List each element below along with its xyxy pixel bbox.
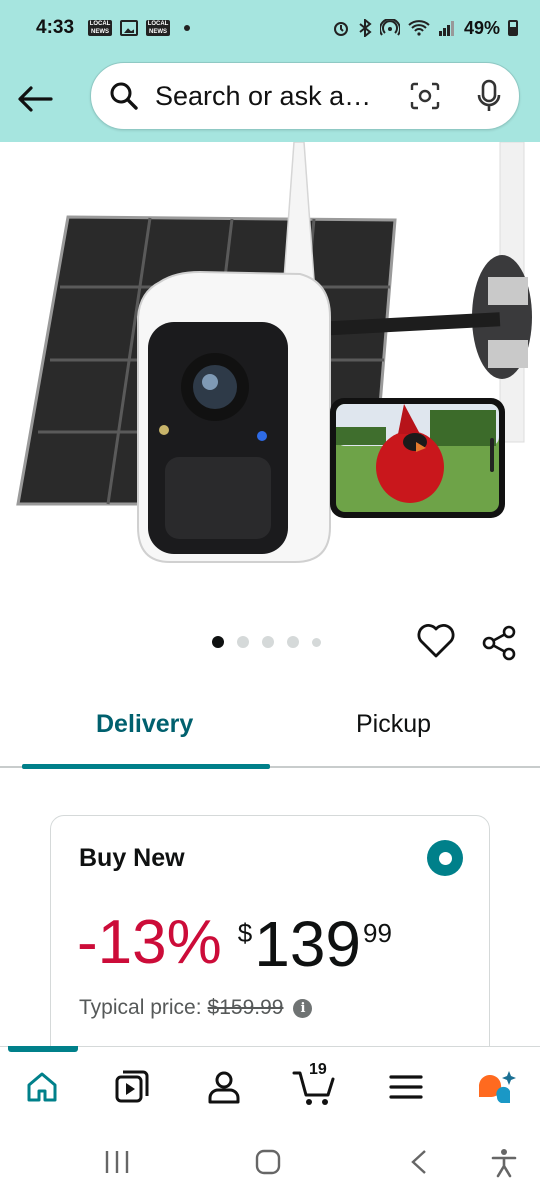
carousel-dot[interactable] xyxy=(312,637,321,647)
fulfillment-tabs: Delivery Pickup xyxy=(0,688,540,769)
heart-icon xyxy=(417,624,455,658)
product-image[interactable] xyxy=(0,142,540,612)
price-row: -13% $ 139 99 xyxy=(77,908,392,980)
share-icon xyxy=(482,625,516,661)
camera-search-icon[interactable] xyxy=(409,81,441,111)
back-arrow-icon xyxy=(18,86,53,112)
video-icon xyxy=(115,1070,149,1103)
microphone-icon[interactable] xyxy=(477,79,501,113)
carousel-dot[interactable] xyxy=(212,636,224,648)
typical-price-value: $159.99 xyxy=(207,996,284,1019)
tab-pickup[interactable]: Pickup xyxy=(356,710,431,739)
alarm-icon xyxy=(333,22,348,36)
price-whole: 139 xyxy=(254,908,361,980)
more-notifications-icon xyxy=(184,25,191,31)
home-button-icon[interactable] xyxy=(254,1148,282,1176)
wifi-icon xyxy=(408,20,430,36)
buy-option-radio[interactable] xyxy=(427,840,463,876)
nav-menu[interactable] xyxy=(384,1065,428,1109)
news-app-icon: LOCAL NEWS xyxy=(88,20,113,36)
search-input[interactable]: Search or ask a question xyxy=(155,81,375,112)
typical-price-label: Typical price: xyxy=(79,996,202,1019)
status-time: 4:33 xyxy=(36,17,75,38)
nav-cart[interactable]: 19 xyxy=(292,1061,336,1109)
system-navigation-bar xyxy=(0,1126,540,1200)
share-button[interactable] xyxy=(480,624,518,662)
back-button[interactable] xyxy=(0,64,70,134)
person-icon xyxy=(208,1071,240,1104)
hotspot-icon xyxy=(379,19,400,36)
image-carousel-indicator xyxy=(212,636,321,648)
ai-assistant-icon xyxy=(478,1071,516,1103)
tab-delivery[interactable]: Delivery xyxy=(96,710,193,739)
discount-percent: -13% xyxy=(77,908,222,977)
carousel-dot[interactable] xyxy=(287,636,299,648)
price-fraction: 99 xyxy=(363,918,392,948)
search-bar[interactable]: Search or ask a question xyxy=(90,62,520,130)
carousel-dot[interactable] xyxy=(237,636,249,648)
add-to-list-button[interactable] xyxy=(416,622,456,662)
nav-rufus-assistant[interactable] xyxy=(474,1065,518,1109)
active-tab-indicator xyxy=(22,764,270,769)
price-currency: $ xyxy=(237,918,253,948)
home-icon xyxy=(27,1072,57,1102)
nav-video[interactable] xyxy=(110,1065,154,1109)
signal-icon xyxy=(438,21,454,36)
bluetooth-icon xyxy=(359,19,372,37)
search-icon xyxy=(110,82,138,110)
nav-account[interactable] xyxy=(202,1065,246,1109)
system-back-icon[interactable] xyxy=(408,1148,430,1176)
app-header: Search or ask a question xyxy=(0,56,540,142)
typical-price-row: Typical price: $159.99 i xyxy=(79,996,313,1020)
nav-home[interactable] xyxy=(20,1065,64,1109)
bottom-navigation: 19 xyxy=(0,1046,540,1126)
hamburger-menu-icon xyxy=(389,1075,423,1099)
info-icon[interactable]: i xyxy=(293,998,313,1018)
recent-apps-icon[interactable] xyxy=(104,1148,130,1176)
active-nav-indicator xyxy=(8,1046,78,1052)
battery-icon xyxy=(508,20,518,36)
carousel-dot[interactable] xyxy=(262,636,274,648)
cart-count-badge: 19 xyxy=(309,1061,327,1078)
news-app-icon: LOCAL NEWS xyxy=(146,20,171,36)
status-bar: 4:33 LOCAL NEWS LOCAL NEWS 49% xyxy=(0,0,540,56)
buy-option-title: Buy New xyxy=(79,844,185,872)
product-photo xyxy=(16,142,532,563)
accessibility-icon[interactable] xyxy=(490,1148,518,1178)
battery-percent: 49% xyxy=(463,17,500,38)
gallery-icon xyxy=(120,20,139,36)
